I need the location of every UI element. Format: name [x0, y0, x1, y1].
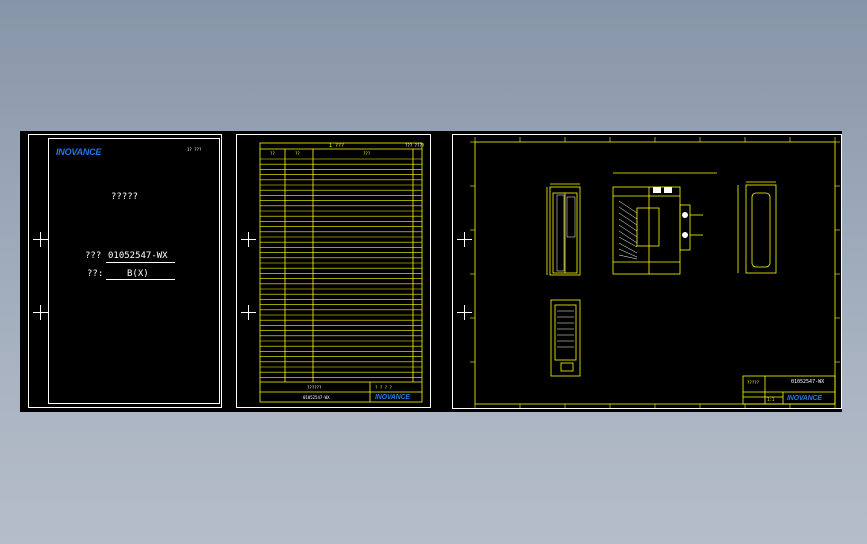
crosshair-marker	[33, 305, 48, 320]
version-underline	[106, 279, 175, 280]
part-no-underline	[106, 262, 175, 263]
inovance-logo: INOVANCE	[375, 394, 410, 401]
inovance-logo: INOVANCE	[787, 395, 822, 402]
cover-corner-text: 1? ???	[187, 147, 202, 152]
revision-footer-page: ? ? ? ?	[375, 385, 392, 390]
revision-footer-title: ??????	[307, 385, 322, 390]
title-block-label: ?????	[747, 380, 760, 385]
version-label: ??:	[87, 269, 104, 279]
crosshair-marker	[33, 232, 48, 247]
drawing-part-no: 01052547-WX	[791, 379, 825, 385]
drawing-sheet[interactable]: ????? 01052547-WX 1:1 INOVANCE	[452, 134, 842, 409]
revision-footer-part-no: 01052547-WX	[303, 395, 330, 400]
part-no-value: 01052547-WX	[108, 251, 168, 261]
cover-sheet[interactable]: INOVANCE 1? ??? ????? ??? 01052547-WX ??…	[28, 134, 222, 408]
inovance-logo: INOVANCE	[56, 147, 102, 157]
cover-title: ?????	[111, 192, 139, 202]
cad-model-space[interactable]: INOVANCE 1? ??? ????? ??? 01052547-WX ??…	[20, 131, 842, 412]
drawing-scale: 1:1	[767, 397, 775, 402]
part-no-label: ???	[85, 251, 102, 261]
revision-table	[259, 142, 423, 403]
dimension-drawing	[470, 137, 840, 408]
revision-sheet[interactable]: 1 ??? ??? ???? ?? ?? ??? ?????? 01052547…	[236, 134, 431, 408]
version-value: B(X)	[127, 269, 149, 279]
